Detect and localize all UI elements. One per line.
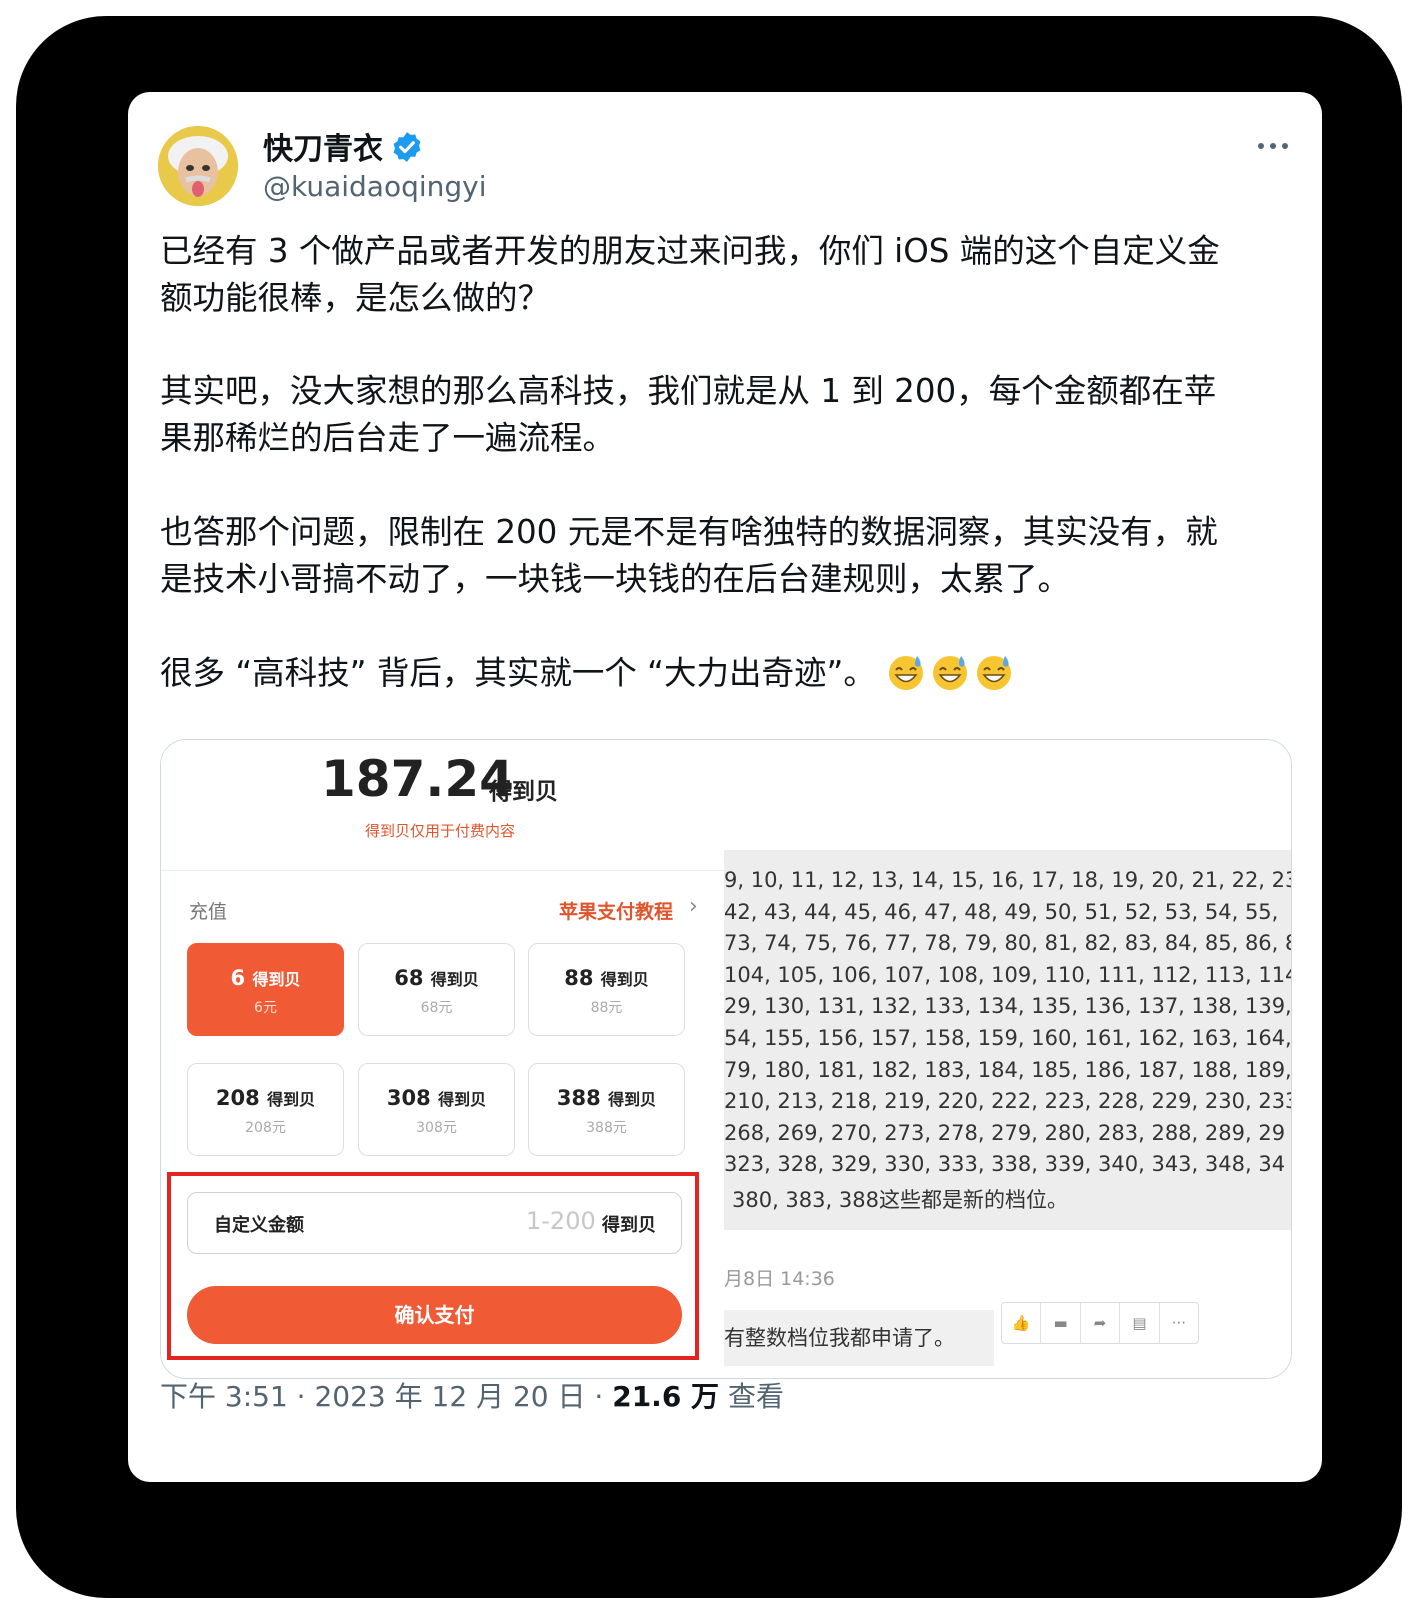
balance-unit: 得到贝 (489, 779, 558, 805)
confirm-pay-button[interactable]: 确认支付 (187, 1286, 682, 1344)
option-amount: 88 (564, 966, 594, 990)
option-unit: 得到贝 (252, 970, 301, 989)
number-line: 42, 43, 44, 45, 46, 47, 48, 49, 50, 51, … (724, 900, 1279, 924)
post-text-line: 也答那个问题，限制在 200 元是不是有啥独特的数据洞察，其实没有，就 (160, 513, 1218, 551)
option-price: 88元 (590, 1000, 623, 1016)
option-unit: 得到贝 (430, 970, 479, 989)
custom-amount-placeholder: 1-200 (526, 1207, 596, 1235)
divider (161, 870, 724, 871)
post-text-last: 很多 “高科技” 背后，其实就一个 “大力出奇迹”。 (160, 650, 1018, 697)
message-actions: 👍 ▬ ➦ ▤ ··· (1001, 1302, 1199, 1344)
option-price: 308元 (416, 1120, 457, 1136)
option-amount: 6 (230, 966, 246, 990)
author-name[interactable]: 快刀青衣 (263, 124, 383, 168)
recharge-option[interactable]: 388 得到贝 388元 (528, 1063, 685, 1156)
number-line: 104, 105, 106, 107, 108, 109, 110, 111, … (724, 963, 1291, 987)
view-label: 查看 (727, 1380, 784, 1413)
custom-amount-label: 自定义金额 (214, 1215, 304, 1236)
post-text-line: 很多 “高科技” 背后，其实就一个 “大力出奇迹”。 (160, 654, 876, 692)
post-text-line: 果那稀烂的后台走了一遍流程。 (160, 419, 616, 457)
custom-amount-unit: 得到贝 (602, 1215, 656, 1236)
custom-amount-field[interactable]: 自定义金额 1-200 得到贝 (187, 1192, 682, 1254)
avatar[interactable] (158, 126, 238, 206)
post-time[interactable]: 下午 3:51 (160, 1380, 288, 1413)
recharge-option[interactable]: 88 得到贝 88元 (528, 943, 685, 1036)
post-text-line: 其实吧，没大家想的那么高科技，我们就是从 1 到 200，每个金额都在苹 (160, 372, 1217, 410)
option-amount: 308 (386, 1086, 431, 1110)
grinning-sweat-emoji (889, 656, 924, 690)
post-text-line: 是技术小哥搞不动了，一块钱一块钱的在后台建规则，太累了。 (160, 560, 1071, 598)
number-line: 54, 155, 156, 157, 158, 159, 160, 161, 1… (724, 1026, 1291, 1050)
comment-icon[interactable]: ▬ (1041, 1303, 1081, 1343)
recharge-option[interactable]: 6 得到贝 6元 (187, 943, 344, 1036)
balance-note: 得到贝仅用于付费内容 (365, 822, 516, 840)
option-unit: 得到贝 (267, 1090, 316, 1109)
balance-header: 187.24 得到贝 得到贝仅用于付费内容 (161, 740, 724, 870)
number-line: 73, 74, 75, 76, 77, 78, 79, 80, 81, 82, … (724, 931, 1291, 955)
number-line: 380, 383, 388这些都是新的档位。 (732, 1188, 1068, 1212)
number-line: 29, 130, 131, 132, 133, 134, 135, 136, 1… (724, 994, 1291, 1018)
recharge-label: 充值 (189, 901, 228, 923)
grinning-sweat-emoji (977, 656, 1012, 690)
number-line: 268, 269, 270, 273, 278, 279, 280, 283, … (724, 1121, 1286, 1145)
message-timestamp: 月8日 14:36 (724, 1268, 835, 1290)
number-line: 323, 328, 329, 330, 333, 338, 339, 340, … (724, 1152, 1286, 1176)
option-amount: 68 (394, 966, 424, 990)
chevron-right-icon: › (689, 894, 698, 919)
screenshot-frame: 快刀青衣 @kuaidaoqingyi 已经有 3 个做产品或者开发的朋友过来问… (16, 16, 1402, 1598)
balance-amount: 187.24 (321, 750, 514, 808)
payment-panel: 187.24 得到贝 得到贝仅用于付费内容 充值 苹果支付教程 › 6 得到贝 … (161, 740, 724, 1378)
option-amount: 208 (215, 1086, 260, 1110)
verified-badge-icon (393, 132, 421, 162)
option-amount: 388 (556, 1086, 601, 1110)
post-text-line: 已经有 3 个做产品或者开发的朋友过来问我，你们 iOS 端的这个自定义金 (160, 232, 1220, 270)
tweet-meta: 下午 3:51 · 2023 年 12 月 20 日 · 21.6 万 查看 (160, 1375, 784, 1415)
recharge-option[interactable]: 208 得到贝 208元 (187, 1063, 344, 1156)
number-line: 9, 10, 11, 12, 13, 14, 15, 16, 17, 18, 1… (724, 868, 1291, 892)
separator: · (287, 1380, 315, 1413)
message-text: 有整数档位我都申请了。 (724, 1326, 955, 1350)
apple-pay-tutorial-link[interactable]: 苹果支付教程 (559, 897, 673, 924)
option-price: 6元 (254, 1000, 277, 1016)
grinning-sweat-emoji (933, 656, 968, 690)
option-unit: 得到贝 (438, 1090, 487, 1109)
post-text-line: 额功能很棒，是怎么做的？ (160, 279, 551, 317)
number-line: 79, 180, 181, 182, 183, 184, 185, 186, 1… (724, 1058, 1291, 1082)
option-unit: 得到贝 (608, 1090, 657, 1109)
forward-icon[interactable]: ➦ (1081, 1303, 1121, 1343)
separator: · (585, 1380, 613, 1413)
chat-panel: 9, 10, 11, 12, 13, 14, 15, 16, 17, 18, 1… (724, 740, 1291, 1378)
recharge-option[interactable]: 308 得到贝 308元 (358, 1063, 515, 1156)
more-options-icon[interactable] (1253, 138, 1293, 154)
option-price: 388元 (586, 1120, 627, 1136)
attached-image[interactable]: 187.24 得到贝 得到贝仅用于付费内容 充值 苹果支付教程 › 6 得到贝 … (160, 739, 1292, 1379)
number-line: 210, 213, 218, 219, 220, 222, 223, 228, … (724, 1089, 1291, 1113)
option-unit: 得到贝 (600, 970, 649, 989)
more-icon[interactable]: ··· (1160, 1303, 1198, 1343)
thumbs-up-icon[interactable]: 👍 (1002, 1303, 1042, 1343)
post-date[interactable]: 2023 年 12 月 20 日 (314, 1380, 585, 1413)
option-price: 68元 (420, 1000, 453, 1016)
option-price: 208元 (245, 1120, 286, 1136)
tweet-card: 快刀青衣 @kuaidaoqingyi 已经有 3 个做产品或者开发的朋友过来问… (128, 92, 1322, 1482)
copy-icon[interactable]: ▤ (1120, 1303, 1160, 1343)
recharge-option[interactable]: 68 得到贝 68元 (358, 943, 515, 1036)
author-handle[interactable]: @kuaidaoqingyi (263, 170, 487, 203)
view-count: 21.6 万 (612, 1380, 720, 1413)
